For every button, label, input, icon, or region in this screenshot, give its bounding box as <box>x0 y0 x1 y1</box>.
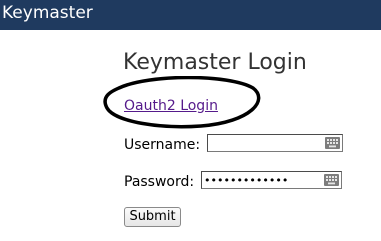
submit-button[interactable]: Submit <box>124 207 181 227</box>
keyboard-icon[interactable] <box>325 137 340 149</box>
username-input[interactable] <box>208 135 342 151</box>
page-title: Keymaster Login <box>123 50 307 75</box>
oauth2-login-link[interactable]: Oauth2 Login <box>124 97 218 115</box>
username-field-wrapper <box>207 134 343 152</box>
app-title: Keymaster <box>2 3 93 23</box>
password-input[interactable] <box>202 172 341 188</box>
username-label: Username: <box>124 137 201 153</box>
password-label: Password: <box>124 174 195 190</box>
keyboard-icon[interactable] <box>324 174 339 186</box>
password-field-wrapper <box>201 171 342 189</box>
header-bar: Keymaster <box>0 0 381 30</box>
